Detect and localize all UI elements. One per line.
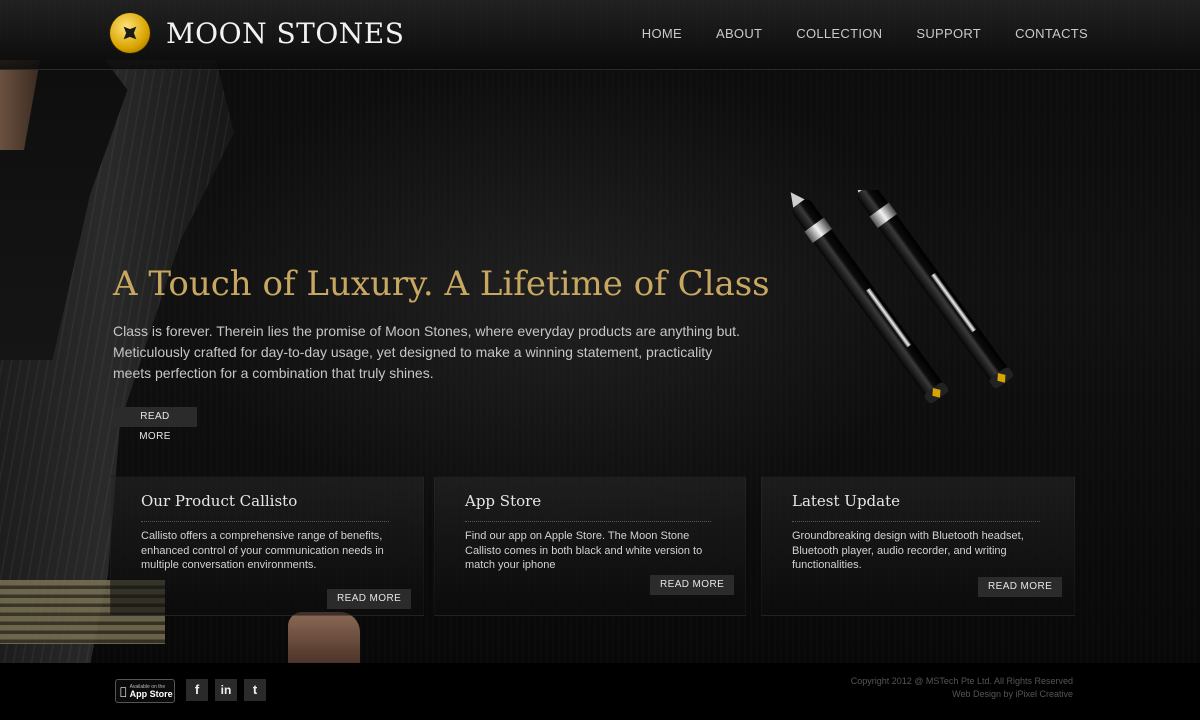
hero-read-more-button[interactable]: READ MORE — [113, 407, 197, 442]
panel-text: Find our app on Apple Store. The Moon St… — [465, 530, 703, 571]
site-footer:  Available on the App Store f in t Copy… — [0, 663, 1200, 720]
panel-text: Groundbreaking design with Bluetooth hea… — [792, 530, 1024, 571]
model-hand — [288, 612, 360, 664]
brand-name: MOON STONES — [166, 16, 405, 50]
hero-text: Class is forever. Therein lies the promi… — [113, 323, 740, 381]
pens-image — [790, 190, 1014, 404]
hero-title: A Touch of Luxury. A Lifetime of Class — [113, 264, 770, 304]
panel-read-more-button[interactable]: READ MORE — [978, 577, 1063, 597]
panel-divider — [792, 521, 1040, 522]
panel-divider — [465, 521, 711, 522]
panel-divider — [141, 521, 389, 522]
main-nav: HOME ABOUT COLLECTION SUPPORT CONTACTS — [642, 26, 1088, 41]
panel-product-callisto: Our Product Callisto Callisto offers a c… — [110, 476, 424, 616]
nav-home[interactable]: HOME — [642, 26, 682, 41]
diamond-star-coin-icon — [110, 13, 150, 53]
panel-title: Latest Update — [792, 492, 900, 510]
panel-title: App Store — [465, 492, 542, 510]
linkedin-icon[interactable]: in — [215, 679, 237, 701]
apple-icon:  — [120, 685, 127, 698]
app-store-line2: App Store — [123, 689, 173, 699]
twitter-icon[interactable]: t — [244, 679, 266, 701]
panel-title: Our Product Callisto — [141, 492, 298, 510]
panel-latest-update: Latest Update Groundbreaking design with… — [761, 476, 1075, 616]
design-credit[interactable]: Web Design by iPixel Creative — [851, 688, 1073, 701]
nav-support[interactable]: SUPPORT — [916, 26, 981, 41]
nav-contacts[interactable]: CONTACTS — [1015, 26, 1088, 41]
panel-read-more-button[interactable]: READ MORE — [327, 589, 412, 609]
facebook-icon[interactable]: f — [186, 679, 208, 701]
copyright-text: Copyright 2012 @ MSTech Pte Ltd. All Rig… — [850, 676, 1073, 686]
panel-read-more-button[interactable]: READ MORE — [650, 575, 735, 595]
panel-app-store: App Store Find our app on Apple Store. T… — [434, 476, 746, 616]
app-store-badge[interactable]:  Available on the App Store — [115, 679, 175, 703]
site-header: MOON STONES HOME ABOUT COLLECTION SUPPOR… — [0, 0, 1200, 70]
nav-collection[interactable]: COLLECTION — [796, 26, 882, 41]
nav-about[interactable]: ABOUT — [716, 26, 762, 41]
logo[interactable]: MOON STONES — [110, 13, 404, 53]
copyright: Copyright 2012 @ MSTech Pte Ltd. All Rig… — [851, 675, 1073, 701]
panel-text: Callisto offers a comprehensive range of… — [141, 530, 384, 571]
